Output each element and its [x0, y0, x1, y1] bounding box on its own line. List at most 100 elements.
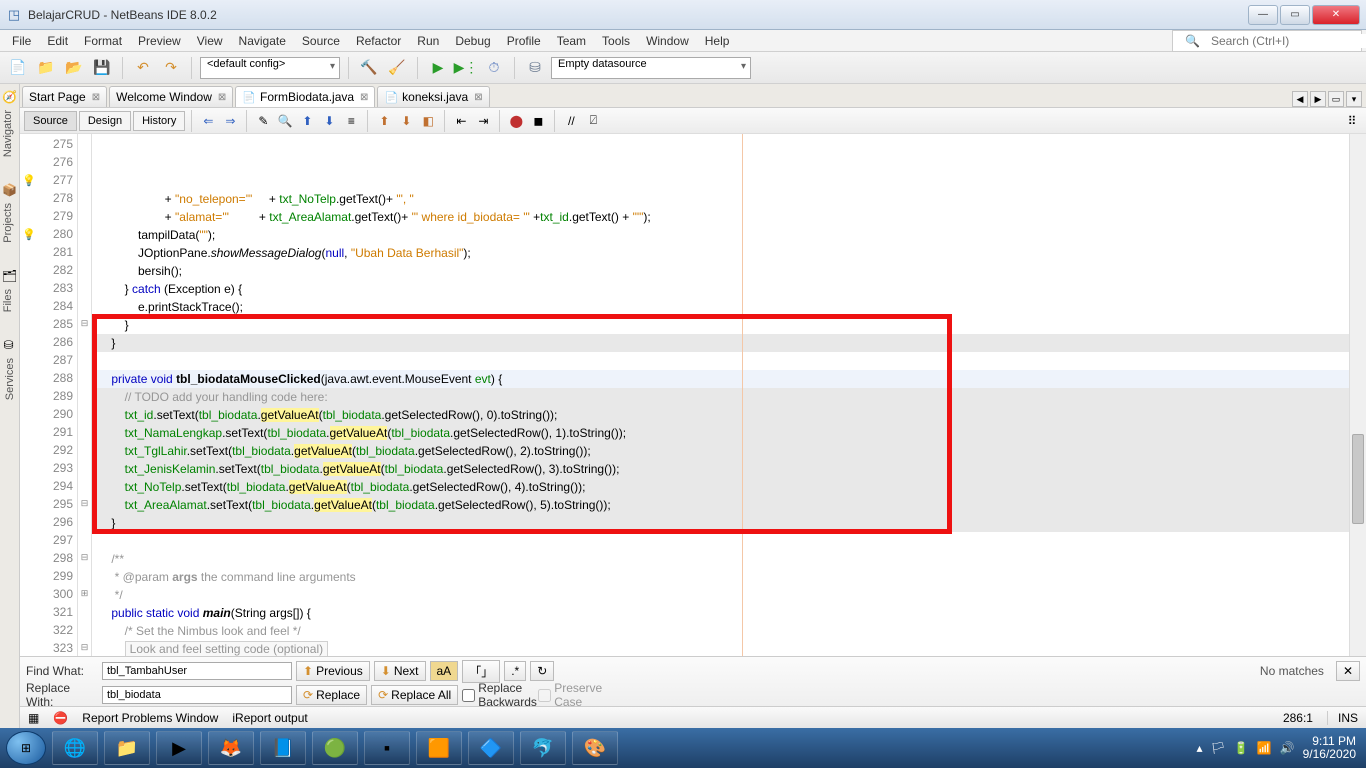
build-icon[interactable]: 🔨 — [357, 56, 381, 80]
match-case-button[interactable]: aA — [430, 661, 459, 681]
tab-start-page[interactable]: Start Page⊠ — [22, 86, 107, 107]
taskbar-firefox[interactable]: 🦊 — [208, 731, 254, 765]
whole-word-button[interactable]: 「」 — [462, 660, 500, 683]
flag-icon[interactable]: 🏳 — [1211, 741, 1226, 755]
quick-search[interactable]: 🔍 — [1172, 30, 1362, 52]
nav-back-icon[interactable]: ⇐ — [198, 111, 218, 131]
menu-format[interactable]: Format — [76, 32, 130, 50]
menu-file[interactable]: File — [4, 32, 39, 50]
search-input[interactable] — [1211, 34, 1366, 48]
menu-debug[interactable]: Debug — [447, 32, 498, 50]
sidebar-services[interactable]: ⛁Services — [4, 338, 16, 406]
tab-list[interactable]: ▾ — [1346, 91, 1362, 107]
new-file-icon[interactable]: 📄 — [6, 56, 30, 80]
find-selection-icon[interactable]: 🔍 — [275, 111, 295, 131]
debug-icon[interactable]: ▶⋮ — [454, 56, 478, 80]
redo-icon[interactable]: ↷ — [159, 56, 183, 80]
vertical-scrollbar[interactable] — [1349, 134, 1366, 656]
menu-refactor[interactable]: Refactor — [348, 32, 409, 50]
close-icon[interactable]: ⊠ — [218, 92, 226, 103]
menu-view[interactable]: View — [189, 32, 231, 50]
close-find-button[interactable]: ✕ — [1336, 661, 1360, 681]
output-icon[interactable]: ▦ — [28, 711, 39, 725]
taskbar-media[interactable]: ▶ — [156, 731, 202, 765]
tab-scroll-right[interactable]: ▶ — [1310, 91, 1326, 107]
replace-input[interactable] — [102, 686, 292, 704]
taskbar-phpmyadmin[interactable]: 🐬 — [520, 731, 566, 765]
regex-button[interactable]: .* — [504, 661, 526, 681]
replace-button[interactable]: ⟳Replace — [296, 685, 367, 705]
tab-scroll-left[interactable]: ◀ — [1292, 91, 1308, 107]
network-icon[interactable]: 📶 — [1257, 741, 1272, 755]
menu-source[interactable]: Source — [294, 32, 348, 50]
status-ireport[interactable]: iReport output — [232, 711, 307, 725]
close-icon[interactable]: ⊠ — [360, 92, 368, 103]
bookmark-toggle-icon[interactable]: ◧ — [418, 111, 438, 131]
menu-tools[interactable]: Tools — [594, 32, 638, 50]
taskbar-explorer[interactable]: 📁 — [104, 731, 150, 765]
undo-icon[interactable]: ↶ — [131, 56, 155, 80]
minimize-button[interactable]: — — [1248, 5, 1278, 25]
code-area[interactable]: + "no_telepon='" + txt_NoTelp.getText()+… — [92, 134, 1349, 656]
last-edit-icon[interactable]: ✎ — [253, 111, 273, 131]
find-input[interactable] — [102, 662, 292, 680]
taskbar-clock[interactable]: 9:11 PM 9/16/2020 — [1303, 735, 1360, 761]
menu-run[interactable]: Run — [409, 32, 447, 50]
code-editor[interactable]: 275276277💡278279280💡28128228328428528628… — [20, 134, 1366, 656]
shift-right-icon[interactable]: ⇥ — [473, 111, 493, 131]
volume-icon[interactable]: 🔊 — [1280, 741, 1295, 755]
close-button[interactable]: ✕ — [1312, 5, 1360, 25]
menu-preview[interactable]: Preview — [130, 32, 189, 50]
sidebar-projects[interactable]: 📦Projects — [2, 183, 17, 249]
macro-stop-icon[interactable]: ◼ — [528, 111, 548, 131]
close-icon[interactable]: ⊠ — [474, 92, 482, 103]
taskbar-ie[interactable]: 🌐 — [52, 731, 98, 765]
find-next-button[interactable]: ⬇Next — [374, 661, 426, 681]
find-prev-button[interactable]: ⬆Previous — [296, 661, 370, 681]
tab-koneksi[interactable]: 📄koneksi.java⊠ — [377, 86, 489, 107]
profile-icon[interactable]: ⏱ — [482, 56, 506, 80]
close-icon[interactable]: ⊠ — [92, 92, 100, 103]
sidebar-files[interactable]: 🗂Files — [2, 269, 17, 318]
menu-profile[interactable]: Profile — [499, 32, 549, 50]
new-project-icon[interactable]: 📁 — [34, 56, 58, 80]
menu-help[interactable]: Help — [697, 32, 738, 50]
taskbar-xampp[interactable]: 🟧 — [416, 731, 462, 765]
open-project-icon[interactable]: 📂 — [62, 56, 86, 80]
view-source-button[interactable]: Source — [24, 111, 77, 131]
nav-fwd-icon[interactable]: ⇒ — [220, 111, 240, 131]
taskbar-cmd[interactable]: ▪ — [364, 731, 410, 765]
uncomment-icon[interactable]: ⍁ — [583, 111, 603, 131]
start-button[interactable]: ⊞ — [6, 731, 46, 765]
scrollbar-thumb[interactable] — [1352, 434, 1364, 524]
menu-edit[interactable]: Edit — [39, 32, 76, 50]
save-all-icon[interactable]: 💾 — [90, 56, 114, 80]
menu-navigate[interactable]: Navigate — [231, 32, 294, 50]
bookmark-next-icon[interactable]: ⬇ — [396, 111, 416, 131]
menu-window[interactable]: Window — [638, 32, 697, 50]
bookmark-prev-icon[interactable]: ⬆ — [374, 111, 394, 131]
show-hidden-icon[interactable]: ▴ — [1196, 741, 1202, 755]
tab-welcome[interactable]: Welcome Window⊠ — [109, 86, 233, 107]
view-history-button[interactable]: History — [133, 111, 185, 131]
find-prev-icon[interactable]: ⬆ — [297, 111, 317, 131]
taskbar-word[interactable]: 📘 — [260, 731, 306, 765]
menu-team[interactable]: Team — [549, 32, 594, 50]
status-report[interactable]: Report Problems Window — [82, 711, 218, 725]
comment-icon[interactable]: // — [561, 111, 581, 131]
tab-maximize[interactable]: ▭ — [1328, 91, 1344, 107]
clean-build-icon[interactable]: 🧹 — [385, 56, 409, 80]
macro-rec-icon[interactable]: ⬤ — [506, 111, 526, 131]
taskbar-paint[interactable]: 🎨 — [572, 731, 618, 765]
shift-left-icon[interactable]: ⇤ — [451, 111, 471, 131]
datasource-combo[interactable]: Empty datasource — [551, 57, 751, 79]
toggle-highlight-icon[interactable]: ≡ — [341, 111, 361, 131]
tab-formbiodata[interactable]: 📄FormBiodata.java⊠ — [235, 86, 375, 107]
db-icon[interactable]: ⛁ — [523, 56, 547, 80]
run-icon[interactable]: ▶ — [426, 56, 450, 80]
replace-all-button[interactable]: ⟳Replace All — [371, 685, 458, 705]
taskbar-chrome[interactable]: 🟢 — [312, 731, 358, 765]
view-design-button[interactable]: Design — [79, 111, 131, 131]
find-next-icon[interactable]: ⬇ — [319, 111, 339, 131]
wrap-button[interactable]: ↻ — [530, 661, 554, 681]
